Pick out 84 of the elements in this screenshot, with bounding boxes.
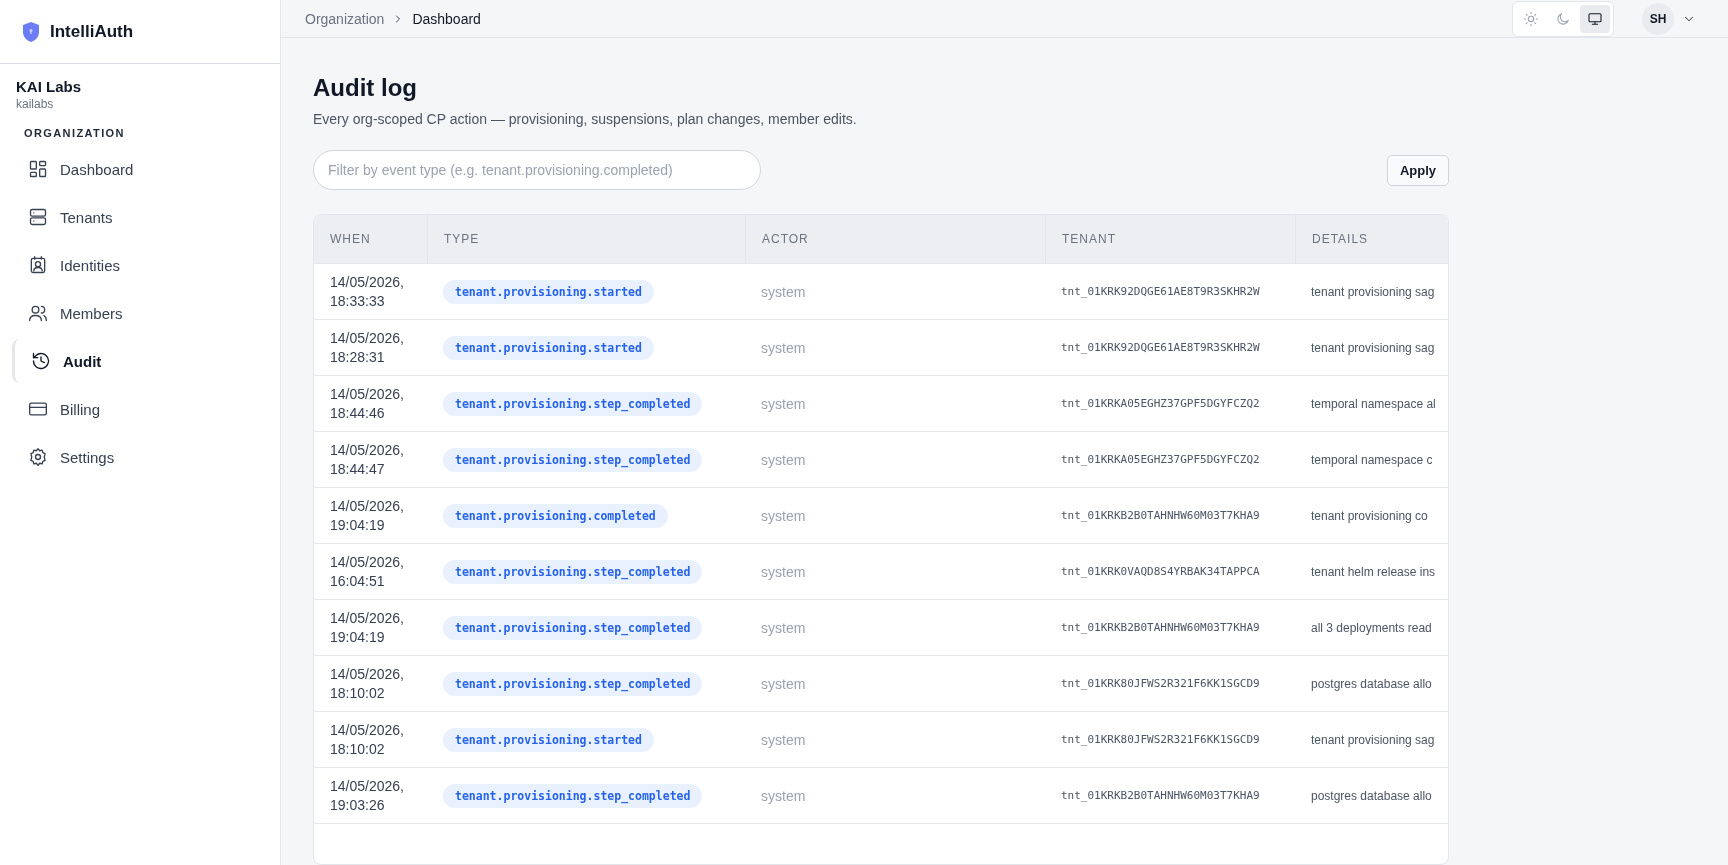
nav-item[interactable]: Billing bbox=[12, 387, 268, 431]
event-type-tag: tenant.provisioning.step_completed bbox=[443, 671, 703, 696]
users-icon bbox=[28, 303, 48, 323]
table-cell: tnt_01KRKB2B0TAHNHW60M03T7KHA9 bbox=[1061, 509, 1260, 522]
event-type-tag: tenant.provisioning.step_completed bbox=[443, 559, 703, 584]
theme-button[interactable] bbox=[1580, 4, 1610, 33]
table-cell: temporal namespace al bbox=[1311, 396, 1436, 411]
table-cell: 14/05/2026, 18:44:47 bbox=[330, 440, 404, 479]
id-badge-icon bbox=[28, 255, 48, 275]
table-cell: system bbox=[761, 675, 806, 692]
table-cell: 14/05/2026, 18:28:31 bbox=[330, 328, 404, 367]
nav-item[interactable]: Audit bbox=[12, 339, 268, 383]
table-cell: 14/05/2026, 18:10:02 bbox=[330, 664, 404, 703]
table-cell: 14/05/2026, 18:44:46 bbox=[330, 384, 404, 423]
table-cell: tnt_01KRK80JFWS2R321F6KK1SGCD9 bbox=[1061, 677, 1260, 690]
page-title: Audit log bbox=[313, 74, 418, 102]
server-icon bbox=[28, 207, 48, 227]
apply-button[interactable]: Apply bbox=[1386, 154, 1449, 186]
table-cell: system bbox=[761, 395, 806, 412]
table-cell: system bbox=[761, 507, 806, 524]
column-header: ACTOR bbox=[745, 215, 1045, 263]
table-cell: tenant provisioning sag bbox=[1311, 732, 1435, 747]
table-cell: 14/05/2026, 19:03:26 bbox=[330, 776, 404, 815]
table-cell: tenant provisioning sag bbox=[1311, 340, 1435, 355]
settings-icon bbox=[28, 447, 48, 467]
table-cell: tenant provisioning sag bbox=[1311, 284, 1435, 299]
table-cell: 14/05/2026, 19:04:19 bbox=[330, 608, 404, 647]
nav-item[interactable]: Tenants bbox=[12, 195, 268, 239]
table-cell: all 3 deployments read bbox=[1311, 620, 1432, 635]
column-header: DETAILS bbox=[1295, 215, 1448, 263]
monitor-icon bbox=[1587, 10, 1603, 27]
table-cell: 14/05/2026, 16:04:51 bbox=[330, 552, 404, 591]
dashboard-grid-icon bbox=[28, 159, 48, 179]
table-cell: tnt_01KRKA05EGHZ37GPF5DGYFCZQ2 bbox=[1061, 397, 1260, 410]
column-header: TYPE bbox=[427, 215, 745, 263]
event-type-tag: tenant.provisioning.started bbox=[443, 727, 654, 752]
event-type-tag: tenant.provisioning.started bbox=[443, 279, 654, 304]
table-cell: 14/05/2026, 18:10:02 bbox=[330, 720, 404, 759]
table-cell: 14/05/2026, 19:04:19 bbox=[330, 496, 404, 535]
table-cell: postgres database allo bbox=[1311, 788, 1432, 803]
event-type-tag: tenant.provisioning.step_completed bbox=[443, 391, 703, 416]
organization-name: KAI Labs bbox=[16, 78, 82, 95]
table-cell: 14/05/2026, 18:33:33 bbox=[330, 272, 404, 311]
event-type-tag: tenant.provisioning.completed bbox=[443, 503, 668, 528]
table-cell: system bbox=[761, 731, 806, 748]
organization-slug: kailabs bbox=[16, 97, 55, 111]
moon-icon bbox=[1555, 10, 1571, 27]
table-cell: tnt_01KRKB2B0TAHNHW60M03T7KHA9 bbox=[1061, 621, 1260, 634]
table-cell: tenant helm release ins bbox=[1311, 564, 1436, 579]
user-avatar[interactable]: SH bbox=[1642, 2, 1674, 35]
shield-logo-icon bbox=[22, 20, 40, 43]
nav-item[interactable]: Dashboard bbox=[12, 147, 268, 191]
table-cell: system bbox=[761, 451, 806, 468]
table-cell: temporal namespace c bbox=[1311, 452, 1433, 467]
table-cell: system bbox=[761, 619, 806, 636]
event-type-tag: tenant.provisioning.step_completed bbox=[443, 615, 703, 640]
event-type-tag: tenant.provisioning.step_completed bbox=[443, 447, 703, 472]
table-cell: system bbox=[761, 283, 806, 300]
table-cell: tnt_01KRKA05EGHZ37GPF5DGYFCZQ2 bbox=[1061, 453, 1260, 466]
table-cell: system bbox=[761, 563, 806, 580]
table-cell: tnt_01KRK92DQGE61AE8T9R3SKHR2W bbox=[1061, 341, 1260, 354]
nav-item[interactable]: Members bbox=[12, 291, 268, 335]
table-cell: tnt_01KRK0VAQD8S4YRBAK34TAPPCA bbox=[1061, 565, 1260, 578]
filter-field[interactable]: Filter by event type (e.g. tenant.provisioning.completed) bbox=[313, 150, 761, 190]
table-cell: tnt_01KRK92DQGE61AE8T9R3SKHR2W bbox=[1061, 285, 1260, 298]
app-name: IntelliAuth bbox=[50, 21, 134, 42]
breadcrumb-link[interactable]: Dashboard bbox=[412, 10, 481, 27]
event-type-tag: tenant.provisioning.started bbox=[443, 335, 654, 360]
table-cell: tnt_01KRKB2B0TAHNHW60M03T7KHA9 bbox=[1061, 789, 1260, 802]
history-icon bbox=[31, 351, 51, 371]
table-cell: postgres database allo bbox=[1311, 676, 1432, 691]
breadcrumb-link[interactable]: Organization bbox=[305, 10, 385, 27]
column-header: TENANT bbox=[1045, 215, 1295, 263]
table-cell: tnt_01KRK80JFWS2R321F6KK1SGCD9 bbox=[1061, 733, 1260, 746]
section-title: ORGANIZATION bbox=[24, 127, 126, 139]
table-cell: tenant provisioning co bbox=[1311, 508, 1428, 523]
sun-icon bbox=[1523, 10, 1539, 27]
event-type-tag: tenant.provisioning.step_completed bbox=[443, 783, 703, 808]
nav-item[interactable]: Identities bbox=[12, 243, 268, 287]
table-cell: system bbox=[761, 339, 806, 356]
column-header: WHEN bbox=[314, 215, 427, 263]
table-cell: system bbox=[761, 787, 806, 804]
nav-item[interactable]: Settings bbox=[12, 435, 268, 479]
page-subtitle: Every org-scoped CP action — provisioning, suspensions, plan changes, member edits. bbox=[313, 111, 858, 127]
